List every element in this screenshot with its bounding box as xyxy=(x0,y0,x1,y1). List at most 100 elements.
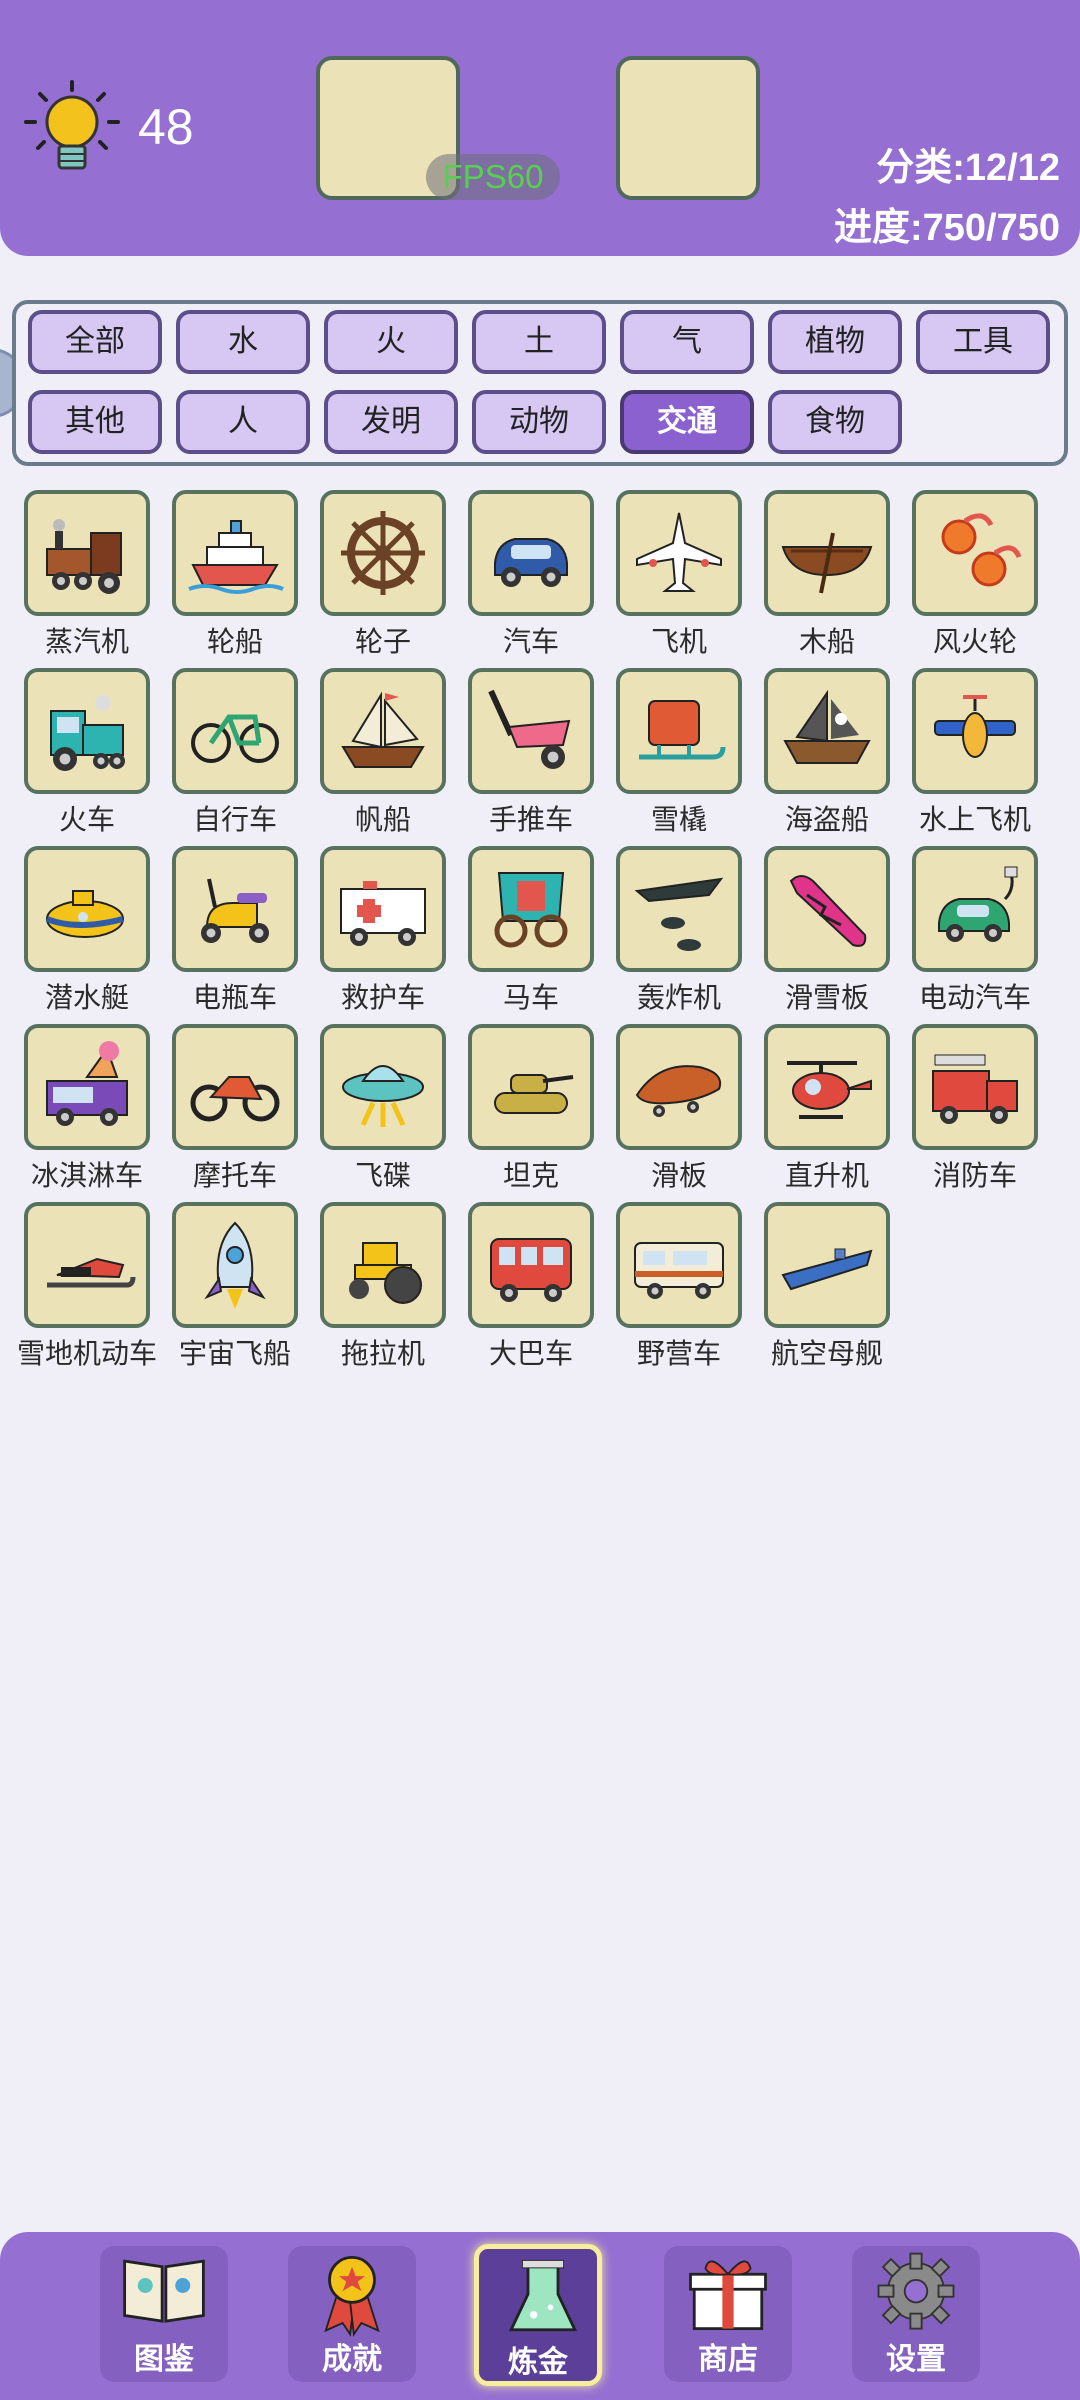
bottom-nav: 图鉴 成就 炼金 商店 设置 xyxy=(0,2232,1080,2400)
item-card[interactable]: 飞机 xyxy=(614,490,744,668)
item-card[interactable]: 航空母舰 xyxy=(762,1202,892,1380)
filter-chip[interactable]: 全部 xyxy=(28,310,162,374)
item-label: 雪橇 xyxy=(650,803,707,836)
ufo-icon xyxy=(320,1024,446,1150)
tank-icon xyxy=(468,1024,594,1150)
filter-chip[interactable]: 食物 xyxy=(768,390,902,454)
item-card[interactable]: 自行车 xyxy=(170,668,300,846)
filter-chip[interactable]: 水 xyxy=(176,310,310,374)
item-card[interactable]: 宇宙飞船 xyxy=(170,1202,300,1380)
item-card[interactable]: 潜水艇 xyxy=(22,846,152,1024)
item-card[interactable]: 风火轮 xyxy=(910,490,1040,668)
filter-chip[interactable]: 植物 xyxy=(768,310,902,374)
combine-slot-right[interactable] xyxy=(616,56,760,200)
car-icon xyxy=(468,490,594,616)
item-card[interactable]: 手推车 xyxy=(466,668,596,846)
item-label: 蒸汽机 xyxy=(44,625,129,658)
item-label: 冰淇淋车 xyxy=(30,1159,143,1192)
item-card[interactable]: 救护车 xyxy=(318,846,448,1024)
item-card[interactable]: 野营车 xyxy=(614,1202,744,1380)
filter-chip[interactable]: 土 xyxy=(472,310,606,374)
filter-chip[interactable]: 交通 xyxy=(620,390,754,454)
item-card[interactable]: 木船 xyxy=(762,490,892,668)
item-card[interactable]: 汽车 xyxy=(466,490,596,668)
airplane-icon xyxy=(616,490,742,616)
lightbulb-icon[interactable] xyxy=(22,78,122,182)
carriage-icon xyxy=(468,846,594,972)
item-label: 火车 xyxy=(58,803,115,836)
filter-chip[interactable]: 动物 xyxy=(472,390,606,454)
item-label: 风火轮 xyxy=(932,625,1017,658)
item-label: 救护车 xyxy=(340,981,425,1014)
item-card[interactable]: 电动汽车 xyxy=(910,846,1040,1024)
scooter-icon xyxy=(172,846,298,972)
item-card[interactable]: 大巴车 xyxy=(466,1202,596,1380)
filter-chip[interactable]: 气 xyxy=(620,310,754,374)
item-card[interactable]: 摩托车 xyxy=(170,1024,300,1202)
camper-icon xyxy=(616,1202,742,1328)
skateboard-icon xyxy=(616,1024,742,1150)
category-filter-panel: 全部水火土气植物 工具其他人发明 动物 交通 食物 xyxy=(12,300,1068,466)
fps-counter: FPS60 xyxy=(426,154,560,200)
sled-icon xyxy=(616,668,742,794)
item-card[interactable]: 消防车 xyxy=(910,1024,1040,1202)
ship-icon xyxy=(172,490,298,616)
item-label: 飞机 xyxy=(650,625,707,658)
filter-chip[interactable]: 火 xyxy=(324,310,458,374)
item-card[interactable]: 坦克 xyxy=(466,1024,596,1202)
item-label: 大巴车 xyxy=(488,1337,573,1370)
item-card[interactable]: 飞碟 xyxy=(318,1024,448,1202)
item-label: 轰炸机 xyxy=(636,981,721,1014)
item-label: 航空母舰 xyxy=(770,1337,883,1370)
item-label: 轮子 xyxy=(354,625,411,658)
item-card[interactable]: 冰淇淋车 xyxy=(22,1024,152,1202)
nav-label: 炼金 xyxy=(508,2345,568,2380)
steam-locomotive-icon xyxy=(24,490,150,616)
ambulance-icon xyxy=(320,846,446,972)
item-card[interactable]: 电瓶车 xyxy=(170,846,300,1024)
item-card[interactable]: 轰炸机 xyxy=(614,846,744,1024)
item-card[interactable]: 帆船 xyxy=(318,668,448,846)
item-card[interactable]: 蒸汽机 xyxy=(22,490,152,668)
item-label: 直升机 xyxy=(784,1159,869,1192)
item-card[interactable]: 轮子 xyxy=(318,490,448,668)
item-card[interactable]: 雪橇 xyxy=(614,668,744,846)
item-card[interactable]: 水上飞机 xyxy=(910,668,1040,846)
item-card[interactable]: 滑板 xyxy=(614,1024,744,1202)
item-card[interactable]: 轮船 xyxy=(170,490,300,668)
item-label: 宇宙飞船 xyxy=(178,1337,291,1370)
item-card[interactable]: 拖拉机 xyxy=(318,1202,448,1380)
item-label: 海盗船 xyxy=(784,803,869,836)
nav-button[interactable]: 商店 xyxy=(664,2246,792,2382)
item-card[interactable]: 火车 xyxy=(22,668,152,846)
top-bar: 48 FPS60 分类:12/12 进度:750/750 xyxy=(0,0,1080,256)
nav-button[interactable]: 炼金 xyxy=(474,2244,602,2386)
item-card[interactable]: 滑雪板 xyxy=(762,846,892,1024)
nav-button[interactable]: 图鉴 xyxy=(100,2246,228,2382)
item-label: 消防车 xyxy=(932,1159,1017,1192)
filter-chip[interactable]: 工具 xyxy=(916,310,1050,374)
item-card[interactable]: 马车 xyxy=(466,846,596,1024)
filter-chip[interactable]: 人 xyxy=(176,390,310,454)
item-label: 拖拉机 xyxy=(340,1337,425,1370)
filter-chip[interactable]: 发明 xyxy=(324,390,458,454)
aircraft-carrier-icon xyxy=(764,1202,890,1328)
progress-stat: 进度:750/750 xyxy=(833,207,1060,249)
helicopter-icon xyxy=(764,1024,890,1150)
wheel-icon xyxy=(320,490,446,616)
item-label: 自行车 xyxy=(192,803,277,836)
item-label: 手推车 xyxy=(488,803,573,836)
motorcycle-icon xyxy=(172,1024,298,1150)
filter-chip[interactable]: 其他 xyxy=(28,390,162,454)
snowmobile-icon xyxy=(24,1202,150,1328)
nav-button[interactable]: 设置 xyxy=(852,2246,980,2382)
electric-car-icon xyxy=(912,846,1038,972)
item-label: 水上飞机 xyxy=(918,803,1031,836)
hint-count: 48 xyxy=(138,99,194,155)
submarine-icon xyxy=(24,846,150,972)
item-label: 雪地机动车 xyxy=(16,1337,157,1370)
item-card[interactable]: 海盗船 xyxy=(762,668,892,846)
item-card[interactable]: 直升机 xyxy=(762,1024,892,1202)
nav-button[interactable]: 成就 xyxy=(288,2246,416,2382)
item-card[interactable]: 雪地机动车 xyxy=(17,1202,157,1380)
